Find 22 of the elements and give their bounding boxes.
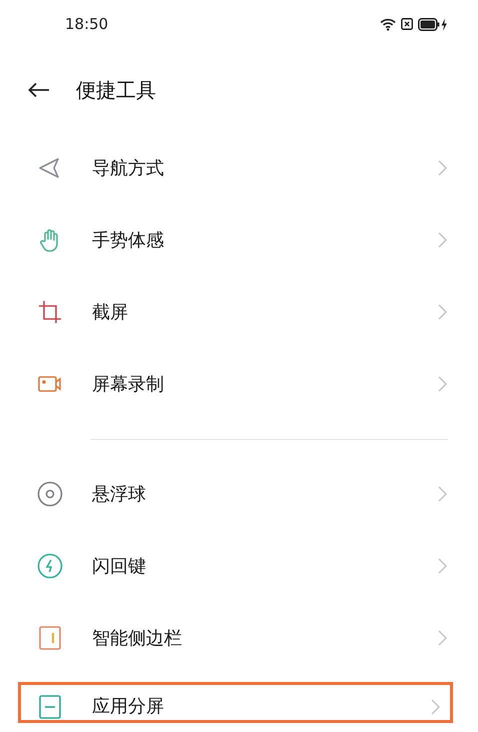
menu-item[interactable]: 智能侧边栏 (92, 624, 182, 652)
chevron-right-icon (438, 376, 447, 392)
status-time: 18:50 (65, 14, 108, 35)
wifi-icon (380, 18, 396, 30)
chevron-right-icon (431, 698, 440, 714)
chevron-right-icon (438, 232, 447, 248)
chevron-right-icon (438, 486, 447, 502)
menu-item[interactable]: 悬浮球 (92, 480, 146, 508)
menu-item[interactable]: 手势体感 (92, 226, 164, 254)
page-title: 便捷工具 (76, 77, 156, 104)
menu-item[interactable]: 屏幕录制 (92, 370, 164, 398)
chevron-right-icon (438, 160, 447, 176)
chevron-right-icon (438, 630, 447, 646)
sim-icon (401, 18, 413, 30)
back-icon[interactable] (28, 82, 50, 98)
menu-item[interactable]: 导航方式 (92, 154, 164, 182)
battery-charging-icon (418, 18, 448, 30)
menu-item[interactable]: 截屏 (92, 298, 128, 326)
chevron-right-icon (438, 304, 447, 320)
menu-item[interactable]: 闪回键 (92, 552, 146, 580)
chevron-right-icon (438, 558, 447, 574)
menu-item[interactable]: 应用分屏 (92, 693, 164, 720)
